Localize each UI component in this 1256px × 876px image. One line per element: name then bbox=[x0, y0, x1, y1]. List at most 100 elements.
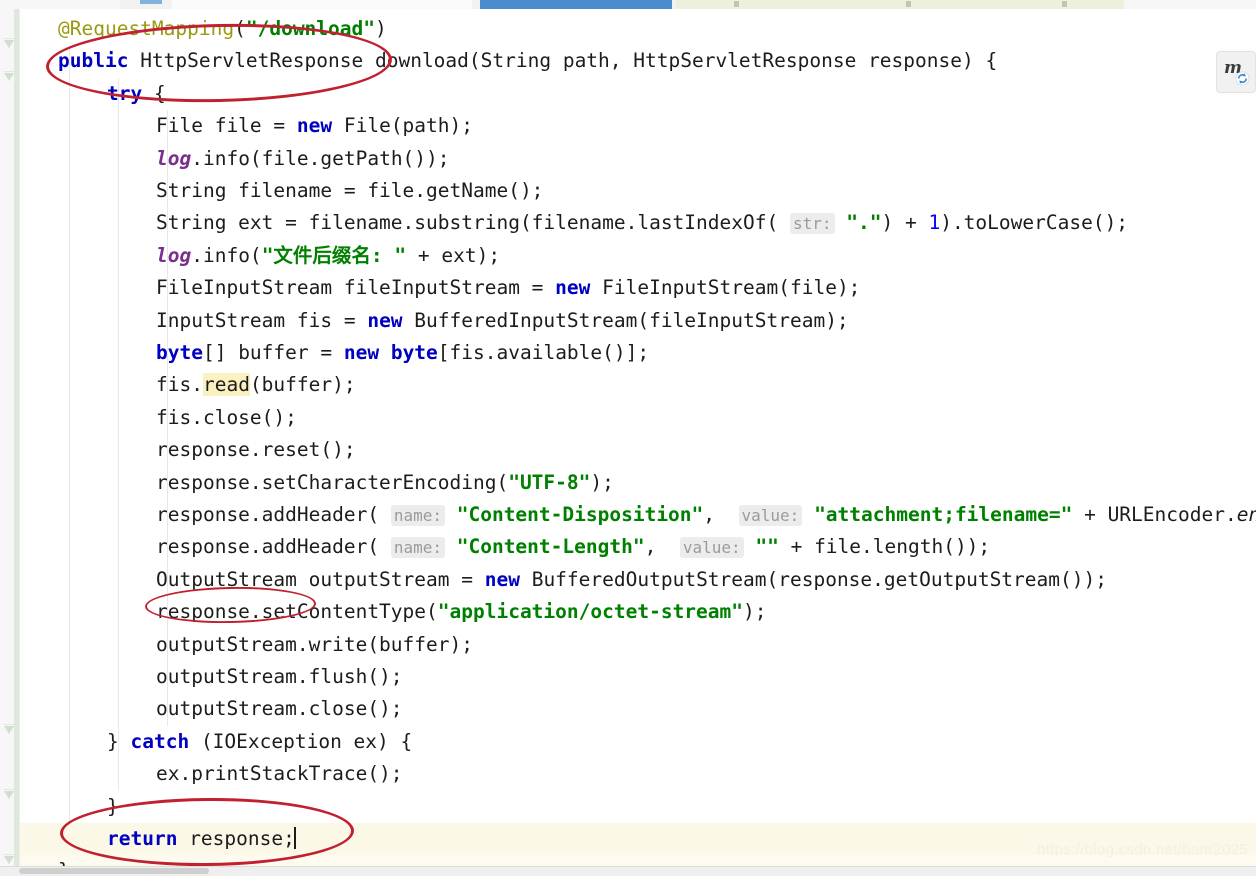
code-token: BufferedOutputStream(response.getOutputS… bbox=[531, 567, 1107, 591]
maven-reload-panel[interactable]: m bbox=[1217, 52, 1255, 92]
code-token: read bbox=[202, 373, 250, 397]
code-token: new bbox=[343, 341, 391, 364]
code-token: { bbox=[153, 81, 166, 105]
code-line[interactable]: log.info("文件后缀名: " + ext); bbox=[20, 240, 500, 272]
fold-collapse-icon[interactable] bbox=[1, 69, 17, 85]
code-line[interactable]: outputStream.close(); bbox=[20, 693, 403, 725]
bottom-status-strip bbox=[0, 866, 1256, 876]
code-token: value: bbox=[738, 505, 803, 526]
code-token: FileInputStream fileInputStream = bbox=[156, 276, 556, 300]
code-line[interactable]: try { bbox=[20, 78, 166, 110]
code-line[interactable]: response.setContentType("application/oct… bbox=[20, 596, 767, 628]
code-line[interactable]: outputStream.flush(); bbox=[20, 661, 403, 693]
code-token: response.setCharacterEncoding( bbox=[156, 470, 509, 494]
code-token: } bbox=[107, 729, 131, 753]
code-line[interactable]: public HttpServletResponse download(Stri… bbox=[20, 45, 997, 77]
code-token: , bbox=[644, 535, 680, 559]
code-token: response.reset(); bbox=[156, 438, 356, 462]
code-surface[interactable]: @RequestMapping("/download") public HttpS… bbox=[20, 9, 1256, 867]
code-token: InputStream fis = bbox=[156, 308, 368, 332]
code-line[interactable]: String filename = file.getName(); bbox=[20, 175, 543, 207]
code-token: 1 bbox=[928, 211, 941, 235]
code-token: BufferedInputStream(fileInputStream); bbox=[414, 308, 849, 332]
code-token: @RequestMapping bbox=[58, 17, 235, 40]
code-token: en bbox=[1236, 503, 1256, 526]
code-line[interactable]: outputStream.write(buffer); bbox=[20, 629, 473, 661]
code-line[interactable]: fis.read(buffer); bbox=[20, 369, 356, 401]
code-line[interactable]: } catch (IOException ex) { bbox=[20, 726, 412, 758]
code-token: + file.length()); bbox=[778, 535, 991, 559]
code-line[interactable]: } bbox=[20, 791, 119, 823]
sync-icon[interactable] bbox=[1235, 71, 1250, 86]
code-token: fis.close(); bbox=[156, 405, 297, 429]
code-line[interactable]: InputStream fis = new BufferedInputStrea… bbox=[20, 305, 849, 337]
code-line[interactable]: response.addHeader( name: "Content-Lengt… bbox=[20, 531, 990, 563]
code-line[interactable]: return response; bbox=[20, 823, 296, 855]
code-token: ); bbox=[590, 470, 614, 494]
code-line[interactable]: log.info(file.getPath()); bbox=[20, 143, 450, 175]
code-token: } bbox=[107, 794, 119, 818]
code-token: "Content-Disposition" bbox=[456, 503, 704, 526]
code-token: outputStream.close(); bbox=[156, 697, 403, 721]
code-line[interactable]: File file = new File(path); bbox=[20, 110, 473, 142]
horizontal-scrollbar-thumb[interactable] bbox=[19, 868, 209, 874]
code-token: ) + bbox=[881, 211, 929, 235]
toolbar-left-region bbox=[0, 0, 120, 9]
code-token: FileInputStream(file); bbox=[602, 276, 861, 300]
code-line[interactable]: String ext = filename.substring(filename… bbox=[20, 207, 1128, 239]
code-token: outputStream.write(buffer); bbox=[156, 632, 473, 656]
code-token: return bbox=[107, 827, 190, 850]
code-token: ( bbox=[234, 17, 246, 40]
ide-editor-window: @RequestMapping("/download") public HttpS… bbox=[0, 0, 1256, 876]
code-token: "UTF-8" bbox=[508, 470, 591, 494]
code-token: log bbox=[156, 146, 192, 170]
code-token: + URLEncoder. bbox=[1072, 503, 1237, 526]
code-line[interactable]: ex.printStackTrace(); bbox=[20, 758, 403, 790]
code-line[interactable]: response.setCharacterEncoding("UTF-8"); bbox=[20, 467, 614, 499]
code-token: ).toLowerCase(); bbox=[940, 211, 1129, 235]
code-token: [] buffer = bbox=[202, 341, 344, 364]
code-token: ) bbox=[375, 17, 387, 40]
toolbar-run-icon[interactable] bbox=[140, 0, 162, 4]
code-line[interactable]: fis.close(); bbox=[20, 402, 297, 434]
toolbar-active-tab[interactable] bbox=[480, 0, 672, 9]
code-token: (buffer); bbox=[249, 373, 356, 397]
fold-collapse-icon[interactable] bbox=[1, 787, 17, 803]
code-token: HttpServletResponse download(String path… bbox=[140, 49, 998, 73]
code-token: + ext); bbox=[406, 243, 501, 267]
code-token: "/download" bbox=[245, 17, 375, 40]
code-token: byte bbox=[390, 341, 438, 364]
code-token: ); bbox=[743, 600, 767, 624]
toolbar-right-region bbox=[1124, 0, 1256, 9]
code-token: File file = bbox=[156, 114, 297, 138]
code-line[interactable]: response.reset(); bbox=[20, 434, 356, 466]
code-line[interactable]: @RequestMapping("/download") bbox=[20, 13, 387, 45]
watermark-text: https://blog.csdn.net/hanr2025 bbox=[1037, 841, 1248, 858]
toolbar-olive-region bbox=[676, 0, 1124, 9]
code-token: ex.printStackTrace(); bbox=[156, 762, 403, 786]
code-token: String filename = file.getName(); bbox=[156, 179, 544, 202]
code-token: response.setContentType( bbox=[156, 600, 438, 624]
fold-collapse-icon[interactable] bbox=[1, 722, 17, 738]
code-token: "application/octet-stream" bbox=[437, 600, 744, 624]
code-line[interactable]: FileInputStream fileInputStream = new Fi… bbox=[20, 272, 860, 304]
code-token: [fis.available()]; bbox=[437, 341, 650, 364]
code-line[interactable]: byte[] buffer = new byte[fis.available()… bbox=[20, 337, 649, 369]
code-line[interactable]: OutputStream outputStream = new Buffered… bbox=[20, 564, 1107, 596]
code-line[interactable]: response.addHeader( name: "Content-Dispo… bbox=[20, 499, 1256, 531]
fold-collapse-icon[interactable] bbox=[1, 36, 17, 52]
code-token: str: bbox=[789, 213, 835, 235]
toolbar-tick-icon bbox=[734, 1, 739, 7]
code-token: .info(file.getPath()); bbox=[191, 146, 450, 170]
code-token: log bbox=[156, 243, 192, 267]
text-caret bbox=[293, 827, 296, 849]
toolbar-tick-icon bbox=[1062, 1, 1067, 7]
code-token: byte bbox=[156, 341, 203, 364]
code-token: new bbox=[484, 567, 532, 591]
code-token: response.addHeader( bbox=[156, 535, 391, 559]
code-token: fis. bbox=[156, 373, 203, 397]
